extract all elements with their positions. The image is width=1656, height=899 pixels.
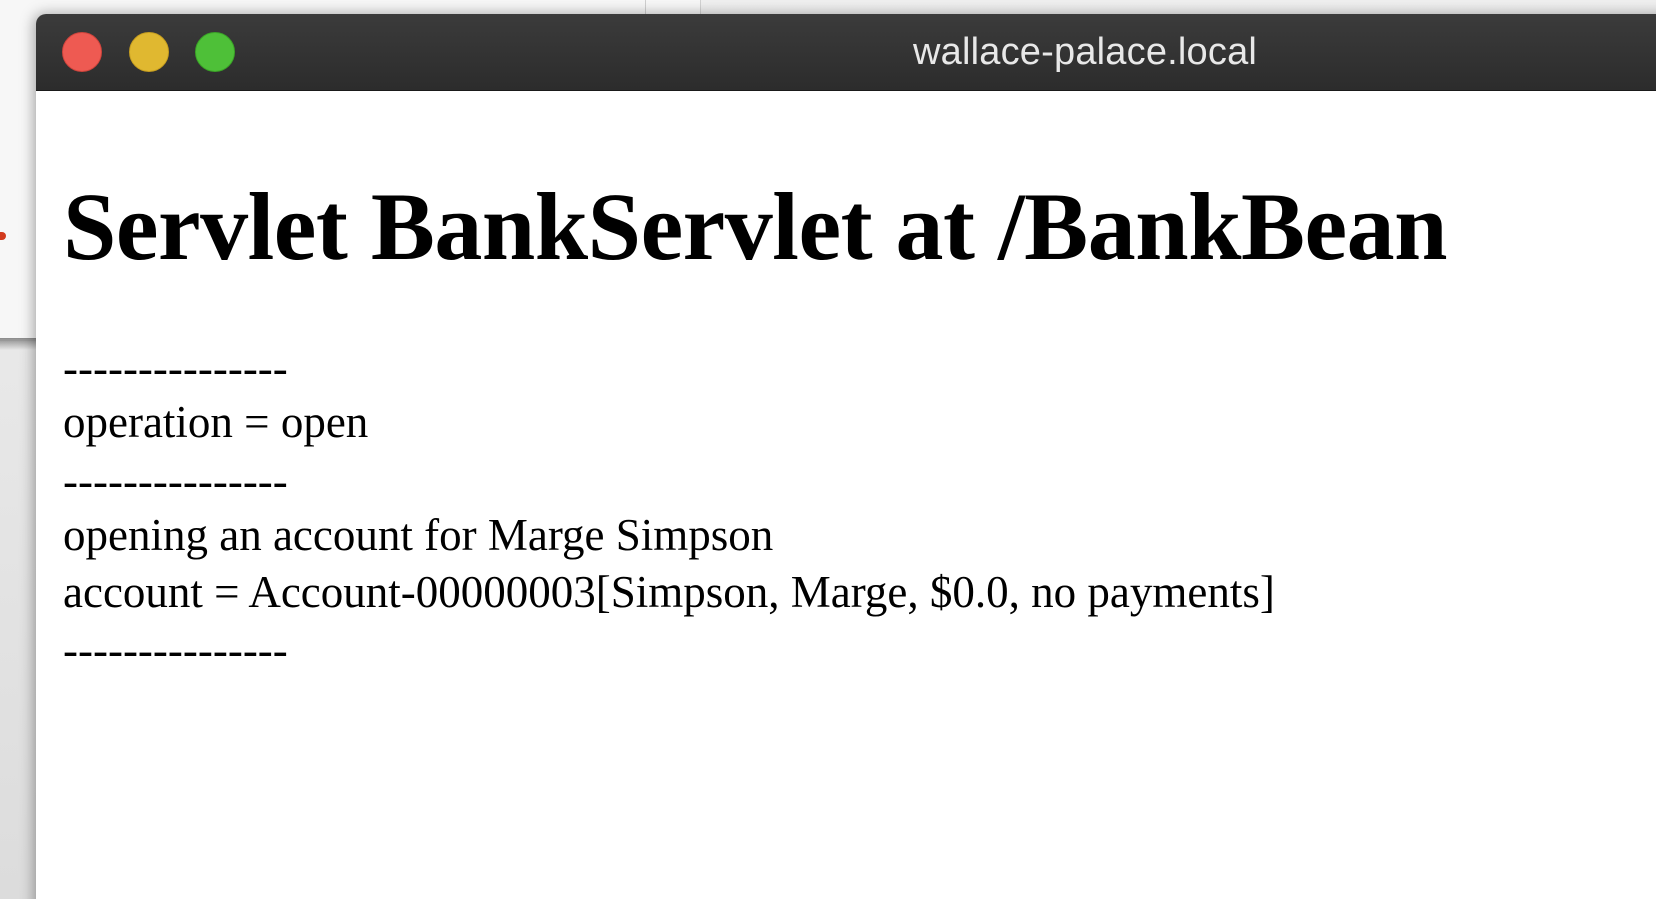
separator-line: --------------- — [63, 625, 288, 675]
page-heading: Servlet BankServlet at /BankBean — [63, 173, 1448, 280]
separator-line: --------------- — [63, 456, 288, 506]
page-content: Servlet BankServlet at /BankBean -------… — [36, 91, 1656, 899]
background-window-shadow — [0, 338, 40, 350]
window-titlebar[interactable]: wallace-palace.local — [36, 14, 1656, 91]
desktop-background: wallace-palace.local Servlet BankServlet… — [0, 0, 1656, 899]
window-title: wallace-palace.local — [913, 31, 1258, 73]
account-line: account = Account-00000003[Simpson, Marg… — [63, 567, 1275, 617]
separator-line: --------------- — [63, 343, 288, 393]
opening-account-line: opening an account for Marge Simpson — [63, 510, 774, 560]
browser-window: wallace-palace.local Servlet BankServlet… — [36, 14, 1656, 899]
operation-line: operation = open — [63, 397, 369, 447]
background-window-marker — [0, 232, 6, 240]
